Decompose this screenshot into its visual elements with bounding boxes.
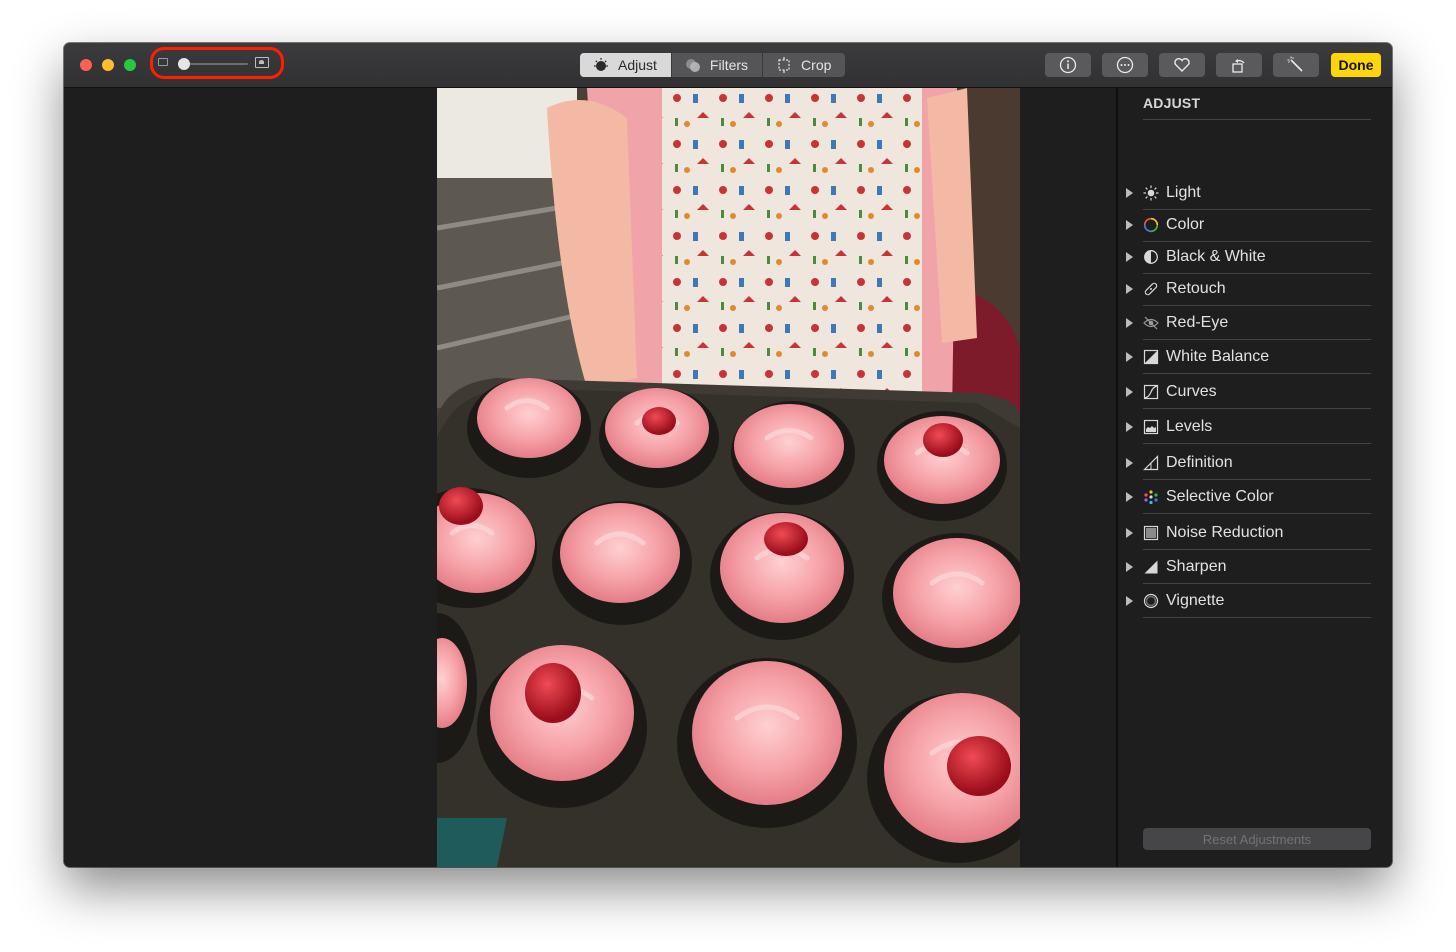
curves-icon [1143,384,1159,400]
adjust-item-black-white[interactable]: Black & White [1118,242,1392,274]
adjust-item-label: Definition [1166,454,1233,471]
edit-mode-tabs: Adjust Filters Crop [580,53,846,77]
half-circle-icon [1144,250,1158,264]
vignette-icon [1143,593,1159,609]
divider [1143,305,1371,306]
tab-crop-label: Crop [801,57,832,73]
done-button[interactable]: Done [1331,53,1381,77]
auto-enhance-button[interactable] [1273,53,1319,77]
disclosure-triangle-icon[interactable] [1126,458,1133,468]
title-bar: Adjust Filters Crop Done [64,43,1392,88]
disclosure-triangle-icon[interactable] [1126,220,1133,230]
rotate-button[interactable] [1216,53,1262,77]
heart-icon [1174,58,1190,72]
divider [1143,549,1371,550]
divider [1143,583,1371,584]
close-window-button[interactable] [80,59,92,71]
bandage-icon [1144,282,1158,296]
adjust-item-label: Color [1166,216,1205,233]
tab-adjust-label: Adjust [618,57,657,73]
color-ring-icon [1143,217,1159,233]
adjust-item-label: White Balance [1166,348,1270,365]
tab-filters[interactable]: Filters [672,53,764,77]
adjust-item-light[interactable]: Light [1118,178,1392,210]
adjust-item-label: Noise Reduction [1166,524,1284,541]
sun-icon [1143,185,1159,201]
info-button[interactable] [1045,53,1091,77]
eye-icon [1143,316,1159,330]
adjust-item-label: Vignette [1166,592,1225,609]
disclosure-triangle-icon[interactable] [1126,528,1133,538]
white-balance-icon [1143,349,1159,365]
disclosure-triangle-icon[interactable] [1126,252,1133,262]
rotate-icon [1232,59,1245,73]
sidebar-title: ADJUST [1143,95,1201,111]
divider [1143,443,1371,444]
disclosure-triangle-icon[interactable] [1126,284,1133,294]
disclosure-triangle-icon[interactable] [1126,492,1133,502]
divider [1143,479,1371,480]
adjust-item-label: Sharpen [1166,558,1227,575]
adjust-item-noise-reduction[interactable]: Noise Reduction [1118,518,1392,550]
adjust-item-definition[interactable]: Definition [1118,448,1392,480]
minimize-window-button[interactable] [102,59,114,71]
selective-color-icon [1144,490,1158,505]
divider [1143,617,1371,618]
divider [1143,119,1371,120]
magic-wand-icon [1287,56,1303,72]
sharpen-icon [1144,560,1158,574]
adjust-item-retouch[interactable]: Retouch [1118,274,1392,306]
adjust-item-selective-color[interactable]: Selective Color [1118,482,1392,514]
crop-icon [775,57,793,73]
adjust-item-label: Red-Eye [1166,314,1229,331]
filters-icon [684,57,702,73]
levels-icon [1143,419,1159,435]
disclosure-triangle-icon[interactable] [1126,318,1133,328]
disclosure-triangle-icon[interactable] [1126,562,1133,572]
adjust-dial-icon [592,57,610,73]
reset-adjustments-button[interactable]: Reset Adjustments [1143,828,1371,850]
disclosure-triangle-icon[interactable] [1126,387,1133,397]
edited-photo[interactable] [437,88,1020,867]
tab-crop[interactable]: Crop [763,53,845,77]
divider [1143,373,1371,374]
adjust-item-label: Selective Color [1166,488,1274,505]
favorite-button[interactable] [1159,53,1205,77]
definition-icon [1143,455,1159,471]
adjust-item-label: Black & White [1166,248,1266,265]
divider [1143,339,1371,340]
adjust-sidebar: ADJUST Light Color Black & White Retouch… [1116,88,1392,867]
more-icon [1116,56,1134,74]
noise-icon [1143,525,1159,541]
disclosure-triangle-icon[interactable] [1126,188,1133,198]
adjust-item-levels[interactable]: Levels [1118,412,1392,444]
adjust-item-red-eye[interactable]: Red-Eye [1118,308,1392,340]
divider [1143,408,1371,409]
divider [1143,513,1371,514]
adjust-item-vignette[interactable]: Vignette [1118,586,1392,618]
disclosure-triangle-icon[interactable] [1126,352,1133,362]
disclosure-triangle-icon[interactable] [1126,422,1133,432]
adjust-item-color[interactable]: Color [1118,210,1392,242]
more-button[interactable] [1102,53,1148,77]
maximize-window-button[interactable] [124,59,136,71]
cupcakes-photo-image [437,88,1020,867]
zoom-slider-highlight [150,47,284,79]
adjust-item-label: Curves [1166,383,1217,400]
adjust-item-label: Levels [1166,418,1213,435]
photos-edit-window: Adjust Filters Crop Done ADJUST Light Co… [64,43,1392,867]
adjust-item-white-balance[interactable]: White Balance [1118,342,1392,374]
adjust-item-curves[interactable]: Curves [1118,377,1392,409]
tab-filters-label: Filters [709,57,749,73]
adjust-item-label: Light [1166,184,1201,201]
info-icon [1059,56,1077,74]
tab-adjust[interactable]: Adjust [580,53,672,77]
adjust-item-sharpen[interactable]: Sharpen [1118,552,1392,584]
disclosure-triangle-icon[interactable] [1126,596,1133,606]
adjust-item-label: Retouch [1166,280,1226,297]
